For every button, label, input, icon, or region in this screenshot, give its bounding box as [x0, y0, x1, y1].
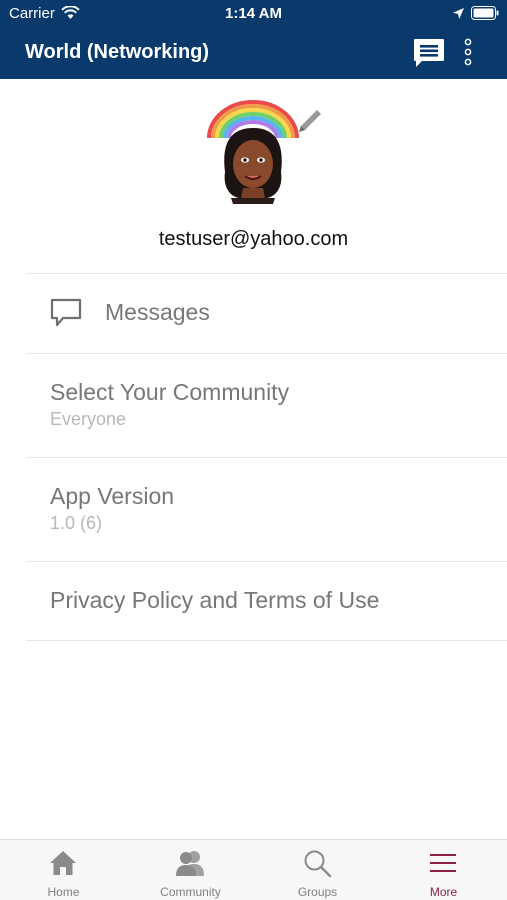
tab-groups-label: Groups: [297, 885, 338, 899]
messages-row[interactable]: Messages: [26, 273, 507, 353]
location-arrow-icon: [453, 8, 464, 19]
user-email: testuser@yahoo.com: [158, 228, 349, 250]
menu-icon: [430, 854, 456, 872]
status-time: 1:14 AM: [225, 5, 282, 22]
more-options-button[interactable]: [460, 37, 476, 69]
chat-button[interactable]: [412, 37, 446, 69]
tab-community-label: Community: [160, 885, 221, 899]
community-icon: [176, 851, 204, 876]
top-bar: Carrier 1:14 AM World (Networking): [0, 0, 507, 79]
tab-community[interactable]: Community: [127, 840, 254, 900]
edit-profile-button[interactable]: [293, 106, 325, 138]
select-community-label: Select Your Community: [50, 379, 290, 405]
page-title: World (Networking): [25, 41, 210, 63]
bitmoji-avatar-image: [207, 100, 299, 204]
search-icon: [304, 850, 332, 878]
messages-label: Messages: [105, 299, 210, 325]
app-version-value: 1.0 (6): [50, 513, 103, 533]
select-community-row[interactable]: Select Your Community Everyone: [26, 353, 507, 457]
privacy-policy-label: Privacy Policy and Terms of Use: [50, 587, 380, 613]
bottom-tab-bar: Home Community Groups More: [0, 839, 507, 900]
tab-more[interactable]: More: [380, 840, 507, 900]
message-bubble-icon: [50, 298, 82, 327]
profile-avatar[interactable]: [203, 100, 303, 204]
home-icon: [50, 851, 76, 875]
pencil-icon: [299, 110, 321, 132]
tab-more-label: More: [429, 885, 458, 899]
app-version-row: App Version 1.0 (6): [26, 457, 507, 561]
app-version-label: App Version: [50, 483, 175, 509]
status-bar: Carrier 1:14 AM: [0, 0, 507, 28]
tab-home-label: Home: [47, 885, 80, 899]
tab-home[interactable]: Home: [0, 840, 127, 900]
battery-icon: [471, 6, 499, 20]
tab-groups[interactable]: Groups: [254, 840, 381, 900]
vertical-dots-icon: [464, 38, 472, 66]
selected-community-value: Everyone: [50, 409, 127, 429]
privacy-policy-row[interactable]: Privacy Policy and Terms of Use: [26, 561, 507, 641]
chat-icon: [414, 39, 444, 67]
